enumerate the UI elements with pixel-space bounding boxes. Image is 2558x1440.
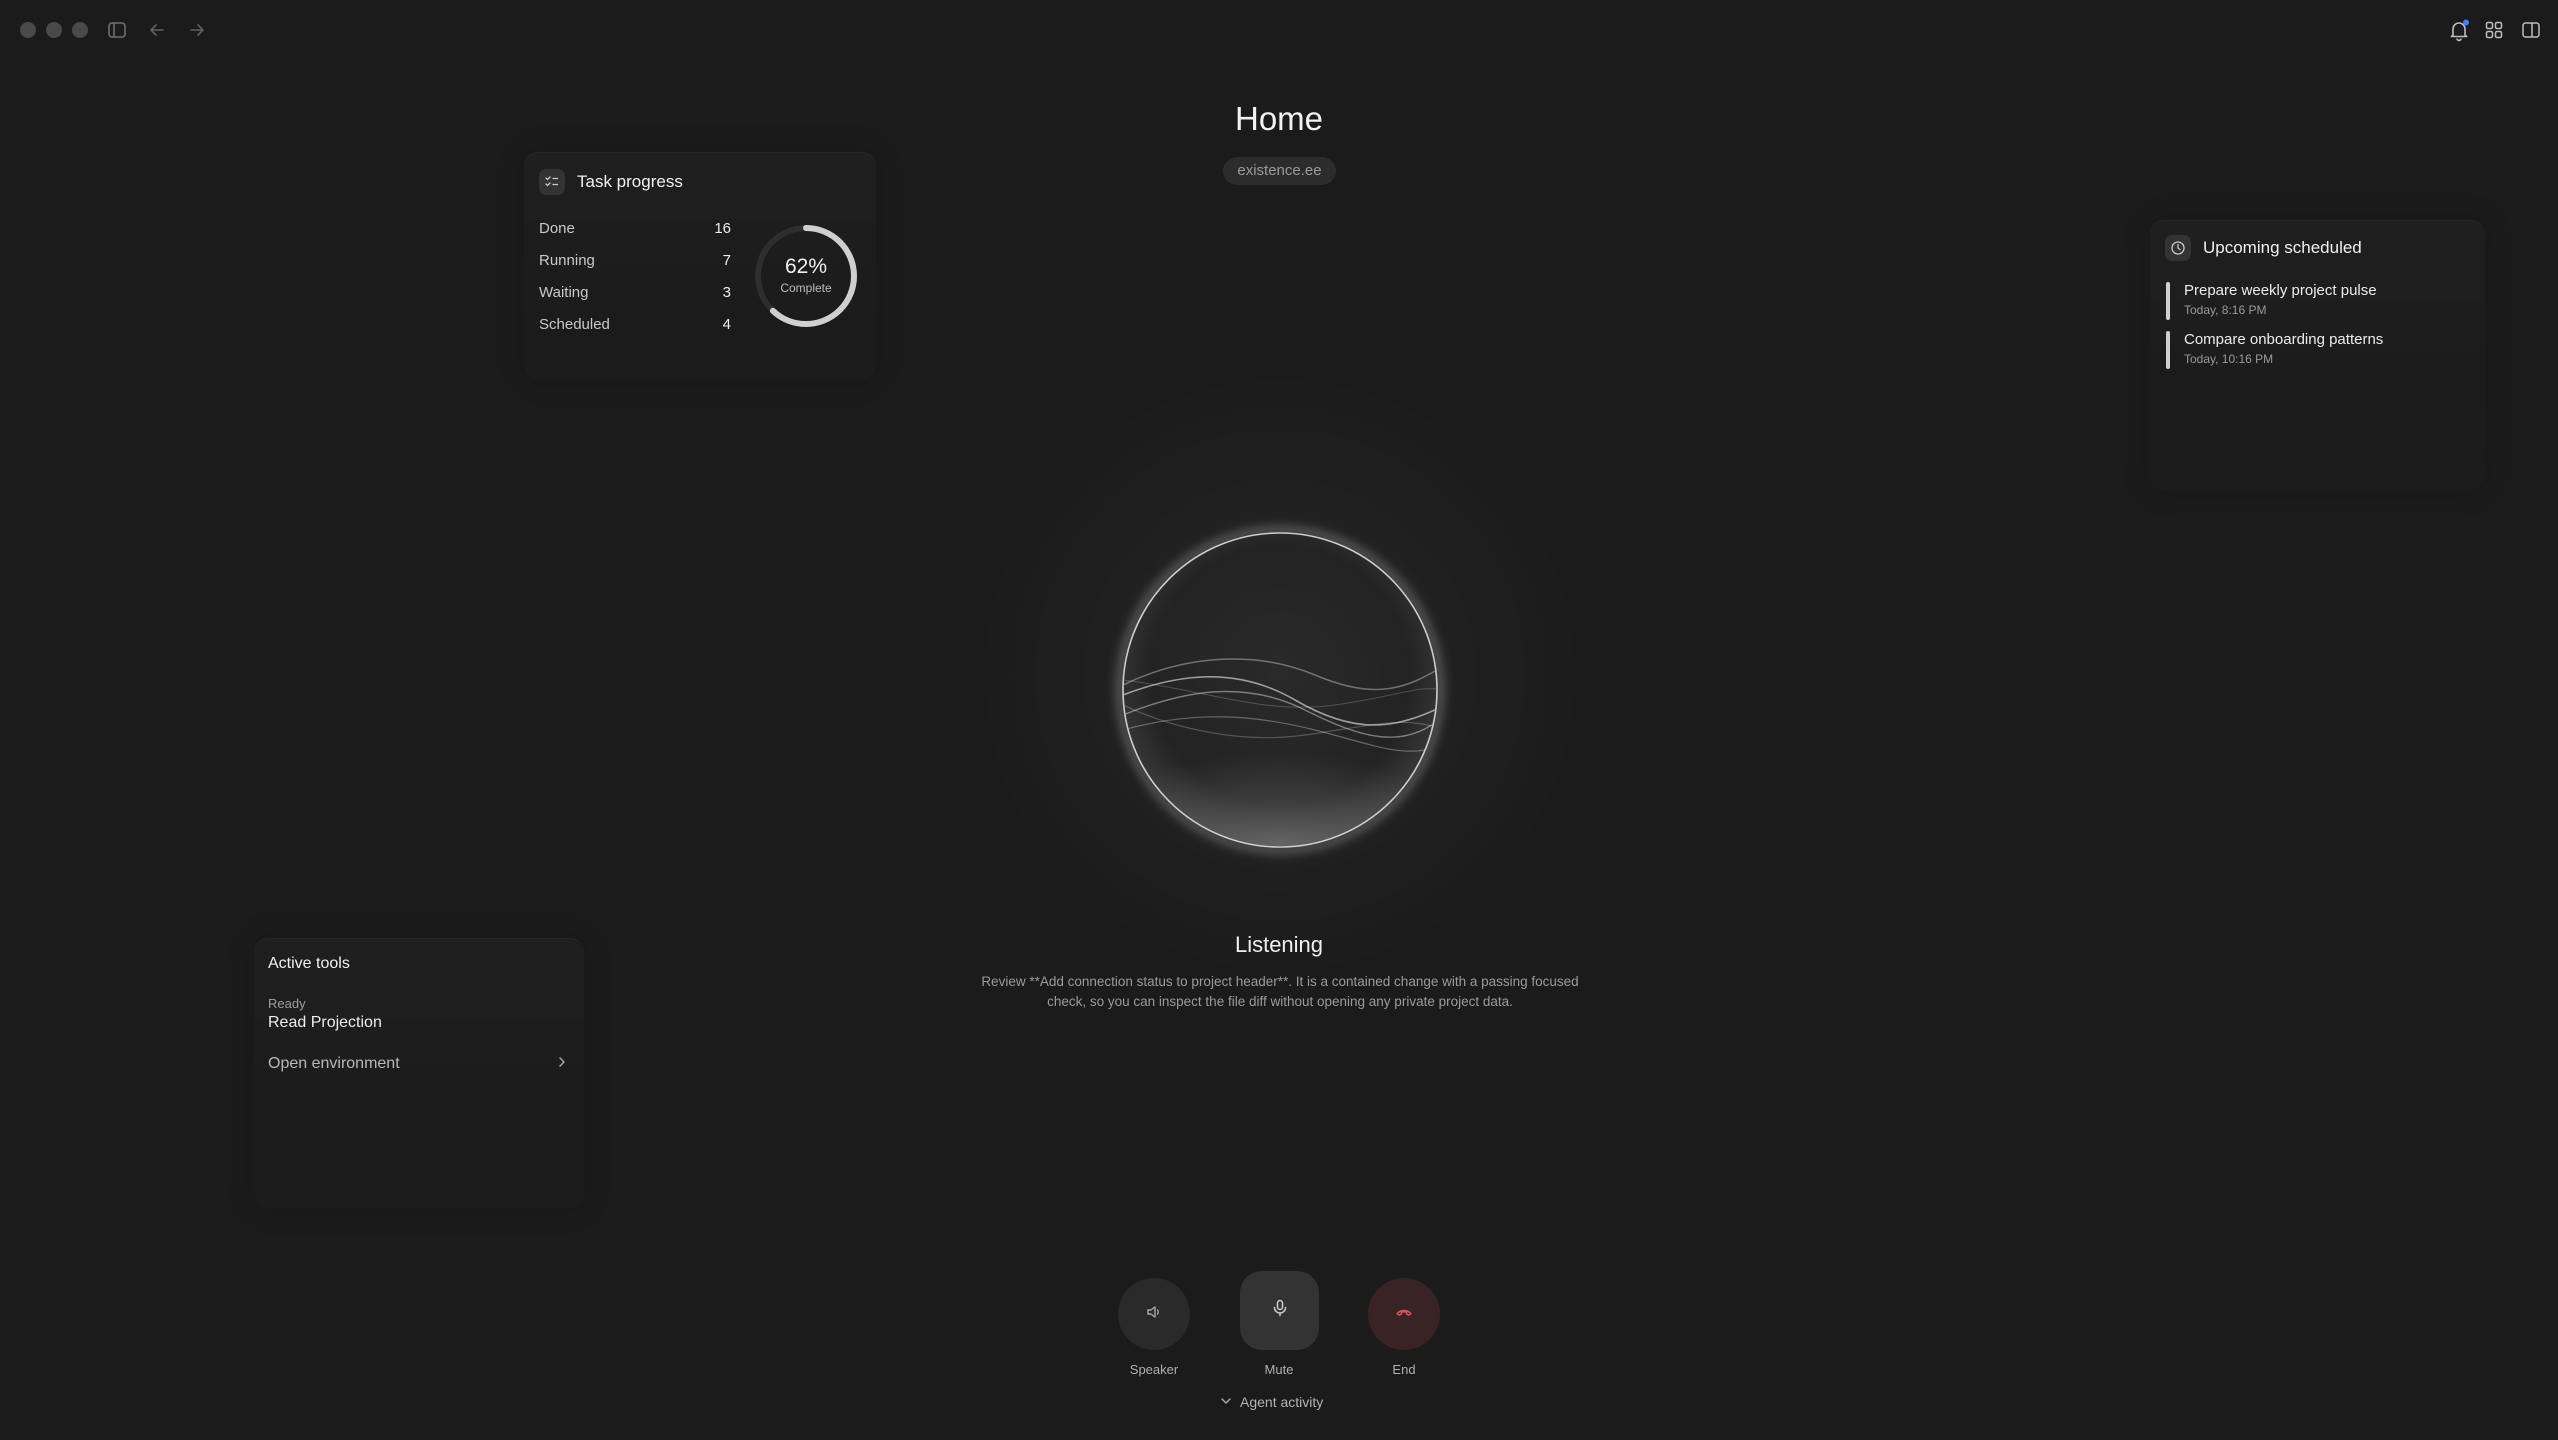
progress-label: Complete [780, 281, 832, 295]
window-close-button[interactable] [20, 22, 36, 38]
upcoming-title: Upcoming scheduled [2203, 238, 2362, 257]
stat-label: Waiting [539, 284, 589, 301]
stat-label: Running [539, 252, 595, 269]
open-environment-link[interactable]: Open environment [268, 1055, 568, 1073]
chevron-down-icon [1220, 1394, 1232, 1410]
workspace-badge[interactable]: existence.ee [1223, 157, 1336, 185]
split-view-icon[interactable] [2521, 20, 2541, 40]
window-zoom-button[interactable] [72, 22, 88, 38]
progress-percent: 62% [784, 255, 828, 278]
active-tools-card [254, 938, 584, 1208]
scheduled-item-title: Prepare weekly project pulse [2184, 282, 2377, 299]
scheduled-item[interactable]: Prepare weekly project pulse Today, 8:16… [2166, 282, 2466, 320]
task-progress-header: Task progress [539, 169, 683, 195]
stat-value: 3 [722, 284, 731, 301]
scheduled-item-bar [2166, 282, 2170, 320]
stat-label: Done [539, 220, 575, 237]
phone-hangup-icon [1394, 1302, 1414, 1327]
active-tools-title: Active tools [268, 955, 350, 972]
stat-row-scheduled: Scheduled 4 [539, 316, 731, 333]
scheduled-item-time: Today, 8:16 PM [2184, 303, 2267, 317]
microphone-icon [1270, 1298, 1290, 1323]
mute-button[interactable] [1240, 1271, 1319, 1350]
voice-orb [1117, 527, 1443, 853]
scheduled-item-time: Today, 10:16 PM [2184, 352, 2274, 366]
agent-activity-label: Agent activity [1240, 1394, 1324, 1410]
speaker-button[interactable] [1118, 1278, 1190, 1350]
end-call-button[interactable] [1368, 1278, 1440, 1350]
stat-row-running: Running 7 [539, 252, 731, 269]
scheduled-item[interactable]: Compare onboarding patterns Today, 10:16… [2166, 331, 2466, 369]
speaker-icon [1145, 1303, 1163, 1326]
task-progress-title: Task progress [577, 172, 683, 191]
mute-label: Mute [1264, 1362, 1294, 1377]
stat-value: 16 [714, 220, 731, 237]
tool-name: Read Projection [268, 1014, 382, 1031]
page-title: Home [1234, 100, 1324, 137]
progress-ring: 62% Complete [752, 222, 860, 330]
sidebar-toggle-icon[interactable] [107, 20, 127, 40]
clock-icon [2165, 235, 2191, 261]
scheduled-item-title: Compare onboarding patterns [2184, 331, 2384, 348]
back-arrow-icon[interactable] [147, 20, 167, 40]
speaker-label: Speaker [1129, 1362, 1179, 1377]
end-label: End [1392, 1362, 1416, 1377]
scheduled-item-bar [2166, 331, 2170, 369]
bell-icon[interactable] [2447, 18, 2471, 42]
stat-value: 7 [722, 252, 731, 269]
agent-activity-toggle[interactable]: Agent activity [1220, 1394, 1340, 1410]
grid-icon[interactable] [2484, 20, 2504, 40]
stat-value: 4 [722, 316, 731, 333]
checklist-icon [539, 169, 565, 195]
stat-row-done: Done 16 [539, 220, 731, 237]
open-environment-label: Open environment [268, 1055, 400, 1072]
forward-arrow-icon[interactable] [187, 20, 207, 40]
status-description: Review **Add connection status to projec… [981, 974, 1579, 1009]
stat-row-waiting: Waiting 3 [539, 284, 731, 301]
upcoming-header: Upcoming scheduled [2165, 235, 2362, 261]
stat-label: Scheduled [539, 316, 610, 333]
window-minimize-button[interactable] [46, 22, 62, 38]
chevron-right-icon [556, 1055, 568, 1073]
tool-state: Ready [268, 996, 306, 1011]
